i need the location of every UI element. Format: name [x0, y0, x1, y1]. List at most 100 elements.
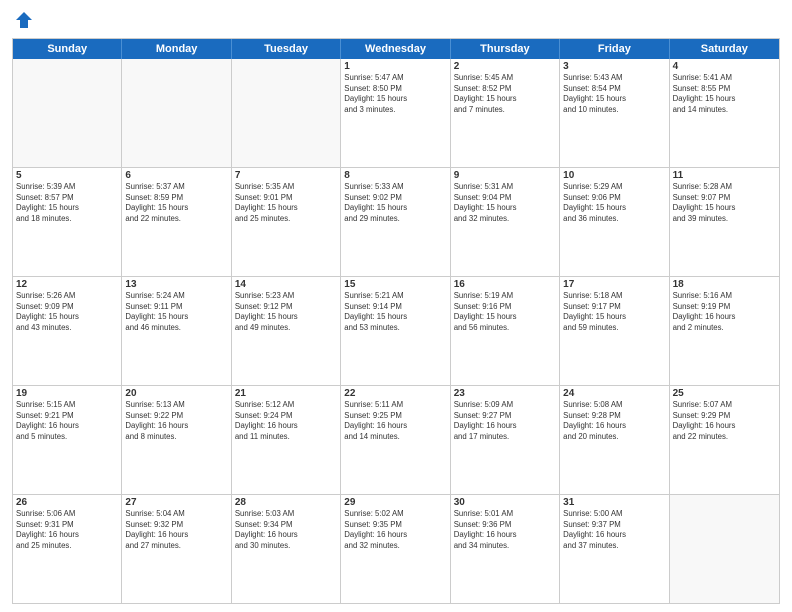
day-number: 3 — [563, 61, 665, 72]
day-info: Sunrise: 5:39 AM Sunset: 8:57 PM Dayligh… — [16, 182, 118, 224]
day-number: 1 — [344, 61, 446, 72]
day-number: 17 — [563, 279, 665, 290]
day-number: 8 — [344, 170, 446, 181]
day-number: 13 — [125, 279, 227, 290]
header — [12, 10, 780, 30]
empty-cell — [232, 59, 341, 167]
day-number: 6 — [125, 170, 227, 181]
day-number: 11 — [673, 170, 776, 181]
day-info: Sunrise: 5:07 AM Sunset: 9:29 PM Dayligh… — [673, 400, 776, 442]
header-day-tuesday: Tuesday — [232, 39, 341, 59]
day-number: 2 — [454, 61, 556, 72]
day-number: 4 — [673, 61, 776, 72]
day-number: 29 — [344, 497, 446, 508]
header-day-wednesday: Wednesday — [341, 39, 450, 59]
day-info: Sunrise: 5:18 AM Sunset: 9:17 PM Dayligh… — [563, 291, 665, 333]
day-cell-5: 5Sunrise: 5:39 AM Sunset: 8:57 PM Daylig… — [13, 168, 122, 276]
calendar-row-2: 5Sunrise: 5:39 AM Sunset: 8:57 PM Daylig… — [13, 167, 779, 276]
day-number: 23 — [454, 388, 556, 399]
calendar: SundayMondayTuesdayWednesdayThursdayFrid… — [12, 38, 780, 604]
day-cell-11: 11Sunrise: 5:28 AM Sunset: 9:07 PM Dayli… — [670, 168, 779, 276]
calendar-row-5: 26Sunrise: 5:06 AM Sunset: 9:31 PM Dayli… — [13, 494, 779, 603]
day-info: Sunrise: 5:16 AM Sunset: 9:19 PM Dayligh… — [673, 291, 776, 333]
day-cell-20: 20Sunrise: 5:13 AM Sunset: 9:22 PM Dayli… — [122, 386, 231, 494]
day-info: Sunrise: 5:29 AM Sunset: 9:06 PM Dayligh… — [563, 182, 665, 224]
header-day-friday: Friday — [560, 39, 669, 59]
day-info: Sunrise: 5:45 AM Sunset: 8:52 PM Dayligh… — [454, 73, 556, 115]
day-info: Sunrise: 5:21 AM Sunset: 9:14 PM Dayligh… — [344, 291, 446, 333]
day-number: 14 — [235, 279, 337, 290]
day-info: Sunrise: 5:02 AM Sunset: 9:35 PM Dayligh… — [344, 509, 446, 551]
calendar-header: SundayMondayTuesdayWednesdayThursdayFrid… — [13, 39, 779, 59]
day-info: Sunrise: 5:31 AM Sunset: 9:04 PM Dayligh… — [454, 182, 556, 224]
day-number: 27 — [125, 497, 227, 508]
day-cell-24: 24Sunrise: 5:08 AM Sunset: 9:28 PM Dayli… — [560, 386, 669, 494]
day-info: Sunrise: 5:41 AM Sunset: 8:55 PM Dayligh… — [673, 73, 776, 115]
day-cell-6: 6Sunrise: 5:37 AM Sunset: 8:59 PM Daylig… — [122, 168, 231, 276]
logo — [12, 10, 34, 30]
calendar-row-4: 19Sunrise: 5:15 AM Sunset: 9:21 PM Dayli… — [13, 385, 779, 494]
day-info: Sunrise: 5:01 AM Sunset: 9:36 PM Dayligh… — [454, 509, 556, 551]
day-cell-3: 3Sunrise: 5:43 AM Sunset: 8:54 PM Daylig… — [560, 59, 669, 167]
day-info: Sunrise: 5:08 AM Sunset: 9:28 PM Dayligh… — [563, 400, 665, 442]
day-number: 16 — [454, 279, 556, 290]
day-info: Sunrise: 5:43 AM Sunset: 8:54 PM Dayligh… — [563, 73, 665, 115]
day-cell-27: 27Sunrise: 5:04 AM Sunset: 9:32 PM Dayli… — [122, 495, 231, 603]
day-cell-12: 12Sunrise: 5:26 AM Sunset: 9:09 PM Dayli… — [13, 277, 122, 385]
calendar-row-3: 12Sunrise: 5:26 AM Sunset: 9:09 PM Dayli… — [13, 276, 779, 385]
day-info: Sunrise: 5:24 AM Sunset: 9:11 PM Dayligh… — [125, 291, 227, 333]
day-number: 22 — [344, 388, 446, 399]
day-info: Sunrise: 5:23 AM Sunset: 9:12 PM Dayligh… — [235, 291, 337, 333]
day-cell-8: 8Sunrise: 5:33 AM Sunset: 9:02 PM Daylig… — [341, 168, 450, 276]
day-cell-17: 17Sunrise: 5:18 AM Sunset: 9:17 PM Dayli… — [560, 277, 669, 385]
day-info: Sunrise: 5:00 AM Sunset: 9:37 PM Dayligh… — [563, 509, 665, 551]
day-info: Sunrise: 5:37 AM Sunset: 8:59 PM Dayligh… — [125, 182, 227, 224]
day-info: Sunrise: 5:11 AM Sunset: 9:25 PM Dayligh… — [344, 400, 446, 442]
empty-cell — [670, 495, 779, 603]
day-info: Sunrise: 5:04 AM Sunset: 9:32 PM Dayligh… — [125, 509, 227, 551]
day-info: Sunrise: 5:09 AM Sunset: 9:27 PM Dayligh… — [454, 400, 556, 442]
day-cell-18: 18Sunrise: 5:16 AM Sunset: 9:19 PM Dayli… — [670, 277, 779, 385]
day-info: Sunrise: 5:26 AM Sunset: 9:09 PM Dayligh… — [16, 291, 118, 333]
calendar-row-1: 1Sunrise: 5:47 AM Sunset: 8:50 PM Daylig… — [13, 59, 779, 167]
day-number: 28 — [235, 497, 337, 508]
day-cell-31: 31Sunrise: 5:00 AM Sunset: 9:37 PM Dayli… — [560, 495, 669, 603]
day-cell-13: 13Sunrise: 5:24 AM Sunset: 9:11 PM Dayli… — [122, 277, 231, 385]
day-number: 21 — [235, 388, 337, 399]
day-number: 12 — [16, 279, 118, 290]
day-info: Sunrise: 5:33 AM Sunset: 9:02 PM Dayligh… — [344, 182, 446, 224]
day-number: 25 — [673, 388, 776, 399]
day-cell-30: 30Sunrise: 5:01 AM Sunset: 9:36 PM Dayli… — [451, 495, 560, 603]
day-cell-26: 26Sunrise: 5:06 AM Sunset: 9:31 PM Dayli… — [13, 495, 122, 603]
day-number: 30 — [454, 497, 556, 508]
day-number: 31 — [563, 497, 665, 508]
day-cell-29: 29Sunrise: 5:02 AM Sunset: 9:35 PM Dayli… — [341, 495, 450, 603]
day-cell-1: 1Sunrise: 5:47 AM Sunset: 8:50 PM Daylig… — [341, 59, 450, 167]
day-cell-7: 7Sunrise: 5:35 AM Sunset: 9:01 PM Daylig… — [232, 168, 341, 276]
day-cell-10: 10Sunrise: 5:29 AM Sunset: 9:06 PM Dayli… — [560, 168, 669, 276]
header-day-monday: Monday — [122, 39, 231, 59]
day-number: 19 — [16, 388, 118, 399]
day-cell-14: 14Sunrise: 5:23 AM Sunset: 9:12 PM Dayli… — [232, 277, 341, 385]
day-cell-28: 28Sunrise: 5:03 AM Sunset: 9:34 PM Dayli… — [232, 495, 341, 603]
day-number: 10 — [563, 170, 665, 181]
day-info: Sunrise: 5:15 AM Sunset: 9:21 PM Dayligh… — [16, 400, 118, 442]
day-cell-4: 4Sunrise: 5:41 AM Sunset: 8:55 PM Daylig… — [670, 59, 779, 167]
day-number: 15 — [344, 279, 446, 290]
day-info: Sunrise: 5:28 AM Sunset: 9:07 PM Dayligh… — [673, 182, 776, 224]
day-cell-22: 22Sunrise: 5:11 AM Sunset: 9:25 PM Dayli… — [341, 386, 450, 494]
calendar-body: 1Sunrise: 5:47 AM Sunset: 8:50 PM Daylig… — [13, 59, 779, 603]
day-number: 18 — [673, 279, 776, 290]
day-cell-25: 25Sunrise: 5:07 AM Sunset: 9:29 PM Dayli… — [670, 386, 779, 494]
day-number: 7 — [235, 170, 337, 181]
day-number: 26 — [16, 497, 118, 508]
day-cell-9: 9Sunrise: 5:31 AM Sunset: 9:04 PM Daylig… — [451, 168, 560, 276]
day-cell-21: 21Sunrise: 5:12 AM Sunset: 9:24 PM Dayli… — [232, 386, 341, 494]
day-cell-23: 23Sunrise: 5:09 AM Sunset: 9:27 PM Dayli… — [451, 386, 560, 494]
day-info: Sunrise: 5:03 AM Sunset: 9:34 PM Dayligh… — [235, 509, 337, 551]
day-info: Sunrise: 5:12 AM Sunset: 9:24 PM Dayligh… — [235, 400, 337, 442]
page: SundayMondayTuesdayWednesdayThursdayFrid… — [0, 0, 792, 612]
day-info: Sunrise: 5:35 AM Sunset: 9:01 PM Dayligh… — [235, 182, 337, 224]
empty-cell — [122, 59, 231, 167]
day-cell-19: 19Sunrise: 5:15 AM Sunset: 9:21 PM Dayli… — [13, 386, 122, 494]
